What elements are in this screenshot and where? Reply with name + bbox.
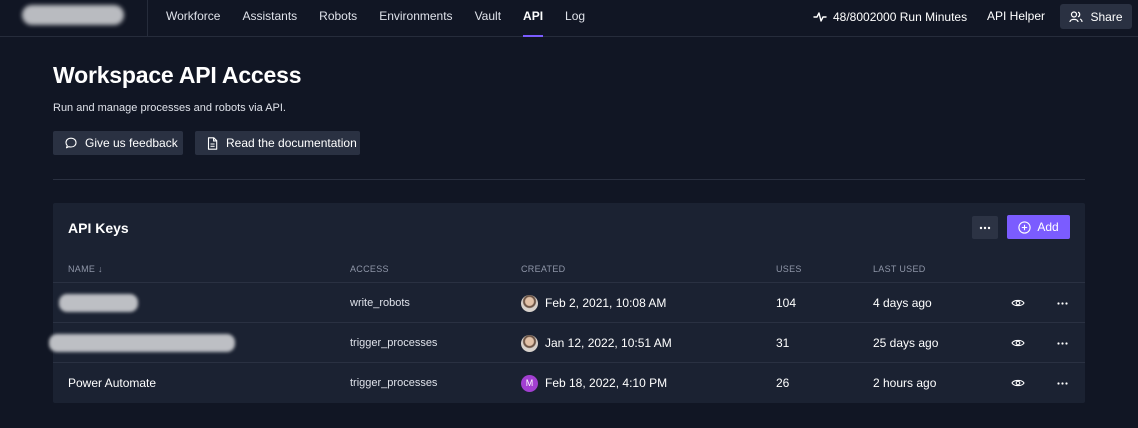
run-minutes-indicator[interactable]: 48/8002000 Run Minutes xyxy=(813,9,967,25)
api-key-access: write_robots xyxy=(350,297,410,309)
avatar: M xyxy=(521,374,538,392)
nav-item-assistants[interactable]: Assistants xyxy=(242,0,297,37)
api-key-created-date: Jan 12, 2022, 10:51 AM xyxy=(545,336,672,350)
give-feedback-button[interactable]: Give us feedback xyxy=(53,131,183,155)
read-documentation-button[interactable]: Read the documentation xyxy=(195,131,360,155)
nav-item-environments[interactable]: Environments xyxy=(379,0,452,37)
eye-icon xyxy=(1011,379,1025,387)
row-more-button[interactable] xyxy=(1057,283,1068,323)
top-navigation-bar: Workforce Assistants Robots Environments… xyxy=(0,0,1138,37)
plus-circle-icon xyxy=(1018,220,1031,234)
activity-icon xyxy=(813,12,827,22)
api-key-created-cell: Jan 12, 2022, 10:51 AM xyxy=(521,323,672,363)
api-key-created-date: Feb 2, 2021, 10:08 AM xyxy=(545,296,667,310)
api-key-uses: 31 xyxy=(776,336,790,350)
api-key-created-date: Feb 18, 2022, 4:10 PM xyxy=(545,376,668,390)
api-key-access: trigger_processes xyxy=(350,377,438,389)
section-divider xyxy=(53,179,1085,180)
eye-icon xyxy=(1011,299,1025,307)
api-key-last-used: 4 days ago xyxy=(873,296,932,310)
add-api-key-label: Add xyxy=(1037,220,1059,234)
api-key-name-redacted xyxy=(59,294,138,312)
more-horizontal-icon xyxy=(1057,301,1068,305)
row-more-button[interactable] xyxy=(1057,363,1068,403)
more-horizontal-icon xyxy=(1057,381,1068,385)
read-documentation-label: Read the documentation xyxy=(226,136,357,150)
view-key-button[interactable] xyxy=(1011,363,1025,403)
view-key-button[interactable] xyxy=(1011,283,1025,323)
eye-icon xyxy=(1011,339,1025,347)
column-header-access: ACCESS xyxy=(350,264,389,274)
run-minutes-label: 48/8002000 Run Minutes xyxy=(833,10,968,24)
workspace-logo-redacted[interactable] xyxy=(22,5,124,25)
api-key-name: Power Automate xyxy=(68,376,157,390)
document-icon xyxy=(207,136,218,150)
api-key-last-used: 2 hours ago xyxy=(873,376,937,390)
nav-item-workforce[interactable]: Workforce xyxy=(166,0,220,37)
table-row[interactable]: Power Automate trigger_processes M Feb 1… xyxy=(53,362,1085,402)
table-row[interactable]: write_robots Feb 2, 2021, 10:08 AM 104 4… xyxy=(53,282,1085,322)
api-key-uses: 104 xyxy=(776,296,797,310)
column-header-created: CREATED xyxy=(521,264,566,274)
api-helper-link[interactable]: API Helper xyxy=(987,9,1045,23)
more-horizontal-icon xyxy=(979,226,991,229)
avatar xyxy=(521,334,538,352)
panel-more-button[interactable] xyxy=(972,216,998,239)
more-horizontal-icon xyxy=(1057,341,1068,345)
api-key-name-redacted xyxy=(49,334,235,352)
nav-item-api[interactable]: API xyxy=(523,0,544,37)
speech-bubble-icon xyxy=(65,137,77,149)
avatar xyxy=(521,294,538,312)
give-feedback-label: Give us feedback xyxy=(85,136,178,150)
column-header-uses: USES xyxy=(776,264,802,274)
row-more-button[interactable] xyxy=(1057,323,1068,363)
api-key-uses: 26 xyxy=(776,376,790,390)
page-title: Workspace API Access xyxy=(53,62,302,88)
column-header-name[interactable]: NAME ↓ xyxy=(68,264,103,274)
add-api-key-button[interactable]: Add xyxy=(1007,215,1070,239)
api-keys-title: API Keys xyxy=(68,220,129,236)
api-key-name-cell xyxy=(59,283,138,323)
share-button-label: Share xyxy=(1090,9,1123,24)
api-key-created-cell: M Feb 18, 2022, 4:10 PM xyxy=(521,363,667,403)
api-key-last-used: 25 days ago xyxy=(873,336,939,350)
api-key-name-cell xyxy=(49,323,235,363)
share-button[interactable]: Share xyxy=(1060,4,1132,29)
nav-divider xyxy=(147,0,148,37)
api-keys-panel: API Keys Add NAME ↓ ACCESS CREATED USES … xyxy=(49,203,1085,403)
nav-item-vault[interactable]: Vault xyxy=(475,0,501,37)
users-icon xyxy=(1069,10,1084,22)
nav-item-robots[interactable]: Robots xyxy=(319,0,357,37)
page-subtitle: Run and manage processes and robots via … xyxy=(53,102,286,114)
main-nav: Workforce Assistants Robots Environments… xyxy=(166,0,607,37)
nav-item-log[interactable]: Log xyxy=(565,0,585,37)
api-key-created-cell: Feb 2, 2021, 10:08 AM xyxy=(521,283,666,323)
api-key-access: trigger_processes xyxy=(350,337,438,349)
table-row[interactable]: trigger_processes Jan 12, 2022, 10:51 AM… xyxy=(49,322,1085,363)
view-key-button[interactable] xyxy=(1011,323,1025,363)
column-header-last-used: LAST USED xyxy=(873,264,926,274)
